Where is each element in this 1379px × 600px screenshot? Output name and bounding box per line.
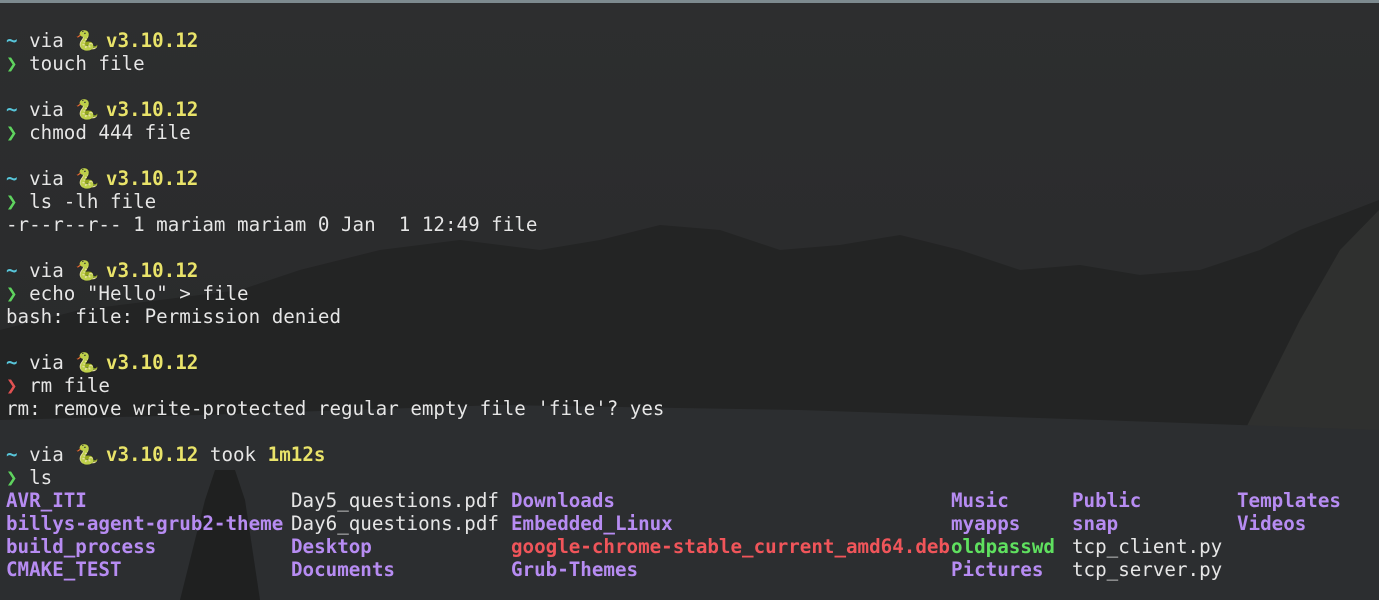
command-text: chmod 444 file <box>29 121 191 144</box>
prompt-took-label: took <box>209 443 257 466</box>
prompt-chevron-success: ❯ <box>6 466 18 489</box>
command-text: rm file <box>29 374 110 397</box>
prompt-via: via <box>29 29 64 52</box>
ls-entry-directory: Pictures <box>951 558 1044 581</box>
ls-entry-directory: Desktop <box>291 535 372 558</box>
python-version: v3.10.12 <box>105 443 199 466</box>
python-snake-icon: 🐍 <box>75 29 100 52</box>
prompt-dir: ~ <box>6 98 18 121</box>
prompt-via: via <box>29 98 64 121</box>
ls-entry-archive: google-chrome-stable_current_amd64.deb <box>511 535 950 558</box>
command-line: ❯ touch file <box>6 52 1379 75</box>
prompt-via: via <box>29 351 64 374</box>
python-version: v3.10.12 <box>105 351 199 374</box>
python-snake-icon: 🐍 <box>75 98 100 121</box>
python-snake-icon: 🐍 <box>75 259 100 282</box>
command-line: ❯ ls <box>6 466 1379 489</box>
command-duration: 1m12s <box>267 443 326 466</box>
python-version: v3.10.12 <box>105 98 199 121</box>
prompt-dir: ~ <box>6 351 18 374</box>
ls-entry-file: Day6_questions.pdf <box>291 512 499 535</box>
ls-entry-executable: oldpasswd <box>951 535 1055 558</box>
prompt-dir: ~ <box>6 167 18 190</box>
prompt-chevron-success: ❯ <box>6 282 18 305</box>
ls-entry-directory: Documents <box>291 558 395 581</box>
prompt-dir: ~ <box>6 29 18 52</box>
ls-entry-directory: build_process <box>6 535 157 558</box>
ls-entry-directory: AVR_ITI <box>6 489 87 512</box>
prompt-via: via <box>29 259 64 282</box>
command-line: ❯ echo "Hello" > file <box>6 282 1379 305</box>
ls-listing: AVR_ITI billys-agent-grub2-theme build_p… <box>6 489 1379 581</box>
command-output: rm: remove write-protected regular empty… <box>6 397 665 420</box>
prompt-dir: ~ <box>6 259 18 282</box>
ls-entry-file: tcp_server.py <box>1072 558 1223 581</box>
ls-entry-directory: Downloads <box>511 489 615 512</box>
prompt-line: ~ via 🐍 v3.10.12 <box>6 98 1379 121</box>
command-line: ❯ chmod 444 file <box>6 121 1379 144</box>
prompt-line: ~ via 🐍 v3.10.12 <box>6 259 1379 282</box>
command-output: bash: file: Permission denied <box>6 305 342 328</box>
command-text: ls <box>29 466 53 489</box>
prompt-chevron-success: ❯ <box>6 52 18 75</box>
prompt-chevron-success: ❯ <box>6 121 18 144</box>
command-output: -r--r--r-- 1 mariam mariam 0 Jan 1 12:49… <box>6 213 538 236</box>
prompt-line: ~ via 🐍 v3.10.12 <box>6 29 1379 52</box>
prompt-dir: ~ <box>6 443 18 466</box>
ls-entry-directory: Embedded_Linux <box>511 512 673 535</box>
python-version: v3.10.12 <box>105 167 199 190</box>
ls-entry-directory: snap <box>1072 512 1119 535</box>
ls-entry-directory: myapps <box>951 512 1021 535</box>
python-snake-icon: 🐍 <box>75 167 100 190</box>
prompt-chevron-success: ❯ <box>6 190 18 213</box>
window-top-border <box>0 0 1379 3</box>
prompt-via: via <box>29 167 64 190</box>
ls-entry-directory: Public <box>1072 489 1142 512</box>
ls-entry-directory: Grub-Themes <box>511 558 639 581</box>
ls-entry-file: tcp_client.py <box>1072 535 1223 558</box>
python-snake-icon: 🐍 <box>75 443 100 466</box>
prompt-line: ~ via 🐍 v3.10.12 <box>6 351 1379 374</box>
command-line: ❯ rm file <box>6 374 1379 397</box>
command-text: touch file <box>29 52 145 75</box>
terminal-output[interactable]: ~ via 🐍 v3.10.12 ❯ touch file ~ via 🐍 v3… <box>6 29 1379 581</box>
ls-entry-directory: Templates <box>1237 489 1341 512</box>
command-line: ❯ ls -lh file <box>6 190 1379 213</box>
prompt-line: ~ via 🐍 v3.10.12 took 1m12s <box>6 443 1379 466</box>
prompt-chevron-error: ❯ <box>6 374 18 397</box>
ls-entry-directory: CMAKE_TEST <box>6 558 122 581</box>
python-snake-icon: 🐍 <box>75 351 100 374</box>
ls-entry-file: Day5_questions.pdf <box>291 489 499 512</box>
command-text: ls -lh file <box>29 190 157 213</box>
python-version: v3.10.12 <box>105 259 199 282</box>
python-version: v3.10.12 <box>105 29 199 52</box>
ls-entry-directory: Music <box>951 489 1009 512</box>
prompt-line: ~ via 🐍 v3.10.12 <box>6 167 1379 190</box>
command-text: echo "Hello" > file <box>29 282 249 305</box>
ls-entry-directory: Videos <box>1237 512 1307 535</box>
ls-entry-directory: billys-agent-grub2-theme <box>6 512 284 535</box>
prompt-via: via <box>29 443 64 466</box>
